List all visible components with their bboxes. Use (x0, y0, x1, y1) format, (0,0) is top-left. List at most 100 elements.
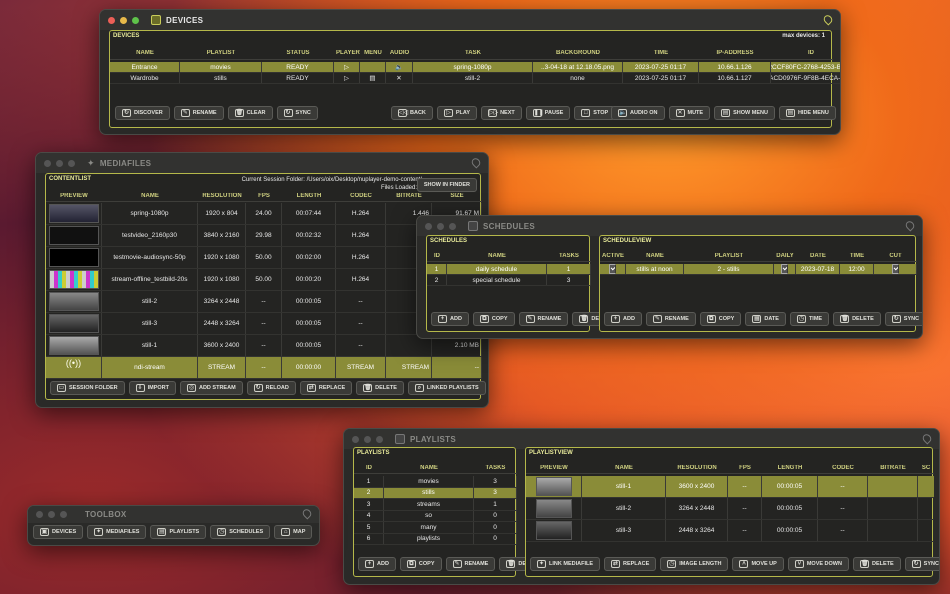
table-row[interactable]: 2 special schedule 3 (427, 275, 591, 286)
playlists-titlebar[interactable]: PLAYLISTS (344, 429, 939, 449)
linked-playlists-button[interactable]: ⌕ LINKED PLAYLISTS (407, 381, 486, 395)
pin-icon[interactable] (469, 156, 483, 169)
add-button[interactable]: + ADD (604, 312, 642, 326)
mediafiles-button[interactable]: ✦ MEDIAFILES (87, 525, 147, 539)
column-header-time[interactable]: TIME (840, 253, 874, 261)
column-header-resolution[interactable]: RESOLUTION (666, 465, 728, 473)
delete-button[interactable]: 🗑DELETE (356, 381, 404, 395)
column-header-name[interactable]: NAME (384, 465, 474, 473)
table-row[interactable]: still-2 3264 x 2448 -- 00:00:05 -- (526, 498, 934, 520)
column-header-background[interactable]: BACKGROUND (533, 50, 623, 59)
column-header-codec[interactable]: CODEC (336, 193, 386, 201)
clear-button[interactable]: 🗑 CLEAR (227, 106, 273, 120)
pause-button[interactable]: ❚❚ PAUSE (525, 106, 571, 120)
checkbox-icon[interactable] (891, 264, 899, 274)
add-button[interactable]: + ADD (431, 312, 469, 326)
zoom-icon[interactable] (376, 435, 383, 443)
column-header-sc[interactable]: SC (918, 465, 934, 473)
column-header-active[interactable]: ACTIVE (600, 253, 626, 261)
column-header-name[interactable]: NAME (110, 50, 180, 59)
table-row[interactable]: Entrance movies READY ▷ 🔈 spring-1080p ..3-04-… (110, 62, 840, 73)
sync-button[interactable]: ↻ SYNC (884, 312, 922, 326)
column-header-menu[interactable]: MENU (360, 50, 386, 59)
column-header-codec[interactable]: CODEC (818, 465, 868, 473)
sync-button[interactable]: ↻ SYNC (276, 106, 318, 120)
mute-button[interactable]: ✕ MUTE (668, 106, 711, 120)
rename-button[interactable]: ✎ RENAME (645, 312, 696, 326)
table-row[interactable]: 2 stills 3 (354, 487, 517, 499)
close-icon[interactable] (425, 222, 432, 230)
add-stream-button[interactable]: ◎ ADD STREAM (179, 381, 243, 395)
delete-button[interactable]: 🗑DELETE (852, 557, 901, 571)
column-header-daily[interactable]: DAILY (774, 253, 796, 261)
close-icon[interactable] (36, 511, 43, 518)
move-down-button[interactable]: ˅ MOVE DOWN (787, 557, 849, 571)
table-row[interactable]: still-3 2448 x 3264 -- 00:00:05 -- (526, 520, 934, 542)
table-row[interactable]: Wardrobe stills READY ▷ ▤ ✕ still-2 none 2023-07… (110, 73, 840, 84)
move-up-button[interactable]: ˄ MOVE UP (732, 557, 784, 571)
column-header-tasks[interactable]: TASKS (547, 253, 591, 261)
add-button[interactable]: + ADD (358, 557, 396, 571)
close-icon[interactable] (352, 435, 359, 443)
audio-on-button[interactable]: 🔈 AUDIO ON (611, 106, 665, 120)
rename-button[interactable]: ✎ RENAME (445, 557, 496, 571)
column-header-playlist[interactable]: PLAYLIST (180, 50, 262, 59)
image-length-button[interactable]: ◷ IMAGE LENGTH (660, 557, 729, 571)
minimize-icon[interactable] (48, 511, 55, 518)
show-in-finder-button[interactable]: SHOW IN FINDER (416, 178, 477, 192)
date-button[interactable]: ▦ DATE (745, 312, 786, 326)
delete-button[interactable]: 🗑DELETE (833, 312, 881, 326)
column-header-fps[interactable]: FPS (246, 193, 282, 201)
column-header-audio[interactable]: AUDIO (386, 50, 413, 59)
column-header-id[interactable]: ID (427, 253, 447, 261)
column-header-preview[interactable]: PREVIEW (526, 465, 582, 473)
minimize-icon[interactable] (437, 222, 444, 230)
column-header-status[interactable]: STATUS (262, 50, 334, 59)
pin-icon[interactable] (903, 219, 917, 232)
column-header-name[interactable]: NAME (102, 193, 198, 201)
time-button[interactable]: ◷ TIME (789, 312, 830, 326)
table-row[interactable]: ((•)) ndi-stream STREAM -- 00:00:00 STREAM STR… (46, 357, 482, 379)
devices-button[interactable]: ▣ DEVICES (33, 525, 84, 539)
column-header-bitrate[interactable]: BITRATE (868, 465, 918, 473)
column-header-length[interactable]: LENGTH (762, 465, 818, 473)
rename-button[interactable]: ✎ RENAME (173, 106, 224, 120)
hide-menu-button[interactable]: ▤ HIDE MENU (778, 106, 836, 120)
pin-icon[interactable] (920, 432, 934, 445)
column-header-cut[interactable]: CUT (874, 253, 917, 261)
sync-button[interactable]: ↻ SYNC (904, 557, 939, 571)
checkbox-icon[interactable] (781, 264, 788, 274)
column-header-name[interactable]: NAME (447, 253, 547, 261)
replace-button[interactable]: ⇄ REPLACE (604, 557, 657, 571)
reload-button[interactable]: ↻ RELOAD (246, 381, 296, 395)
pin-icon[interactable] (300, 507, 314, 520)
schedules-button[interactable]: ◷ SCHEDULES (210, 525, 271, 539)
close-icon[interactable] (44, 159, 51, 167)
checkbox-icon[interactable] (609, 264, 616, 274)
column-header-time[interactable]: TIME (623, 50, 699, 59)
column-header-playlist[interactable]: PLAYLIST (684, 253, 774, 261)
table-row[interactable]: 5 many 0 (354, 522, 517, 534)
minimize-icon[interactable] (56, 159, 63, 167)
pin-icon[interactable] (821, 13, 835, 26)
discover-button[interactable]: ↻ DISCOVER (115, 106, 170, 120)
zoom-icon[interactable] (68, 159, 75, 167)
close-icon[interactable] (108, 16, 115, 24)
zoom-icon[interactable] (449, 222, 456, 230)
session-folder-button[interactable]: ▭ SESSION FOLDER (50, 381, 125, 395)
table-row[interactable]: stills at noon 2 - stills 2023-07-18 12:00 (600, 264, 917, 275)
mediafiles-titlebar[interactable]: ✦ MEDIAFILES (36, 153, 488, 173)
column-header-bitrate[interactable]: BITRATE (386, 193, 432, 201)
playlists-button[interactable]: ▤ PLAYLISTS (150, 525, 207, 539)
devices-titlebar[interactable]: DEVICES (100, 10, 840, 30)
show-menu-button[interactable]: ▤ SHOW MENU (714, 106, 775, 120)
column-header-id[interactable]: ID (354, 465, 384, 473)
minimize-icon[interactable] (364, 435, 371, 443)
table-row[interactable]: 1 movies 3 (354, 476, 517, 488)
column-header-date[interactable]: DATE (796, 253, 840, 261)
column-header-player[interactable]: PLAYER (334, 50, 360, 59)
table-row[interactable]: 1 daily schedule 1 (427, 264, 591, 275)
table-row[interactable]: 4 so 0 (354, 510, 517, 522)
column-header-id[interactable]: ID (771, 50, 840, 59)
schedules-titlebar[interactable]: SCHEDULES (417, 216, 922, 236)
